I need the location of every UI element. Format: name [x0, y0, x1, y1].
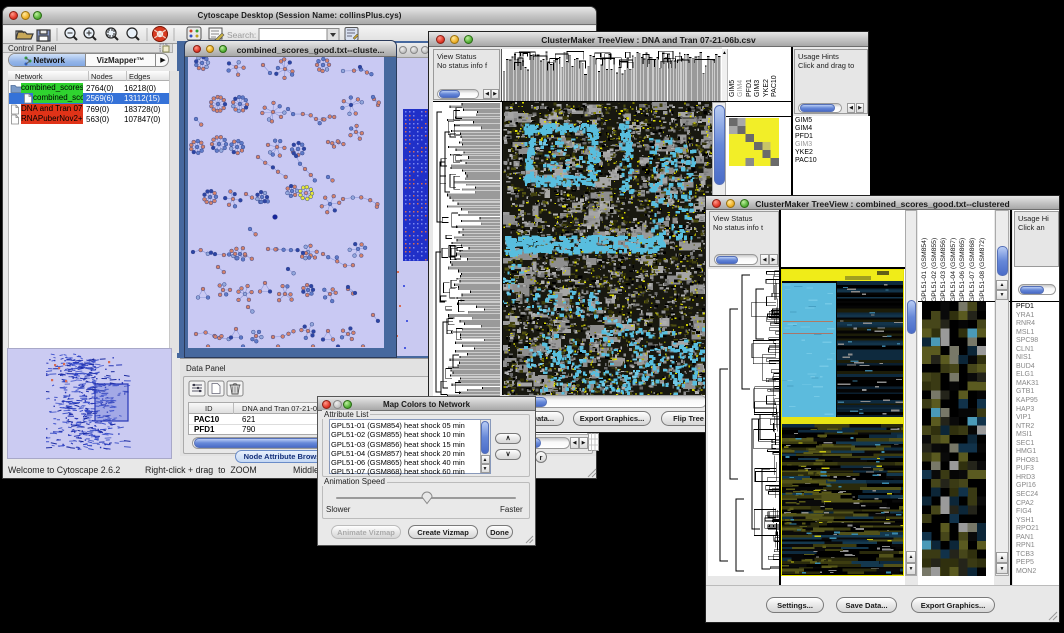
svg-text:Search:: Search: [227, 30, 256, 40]
